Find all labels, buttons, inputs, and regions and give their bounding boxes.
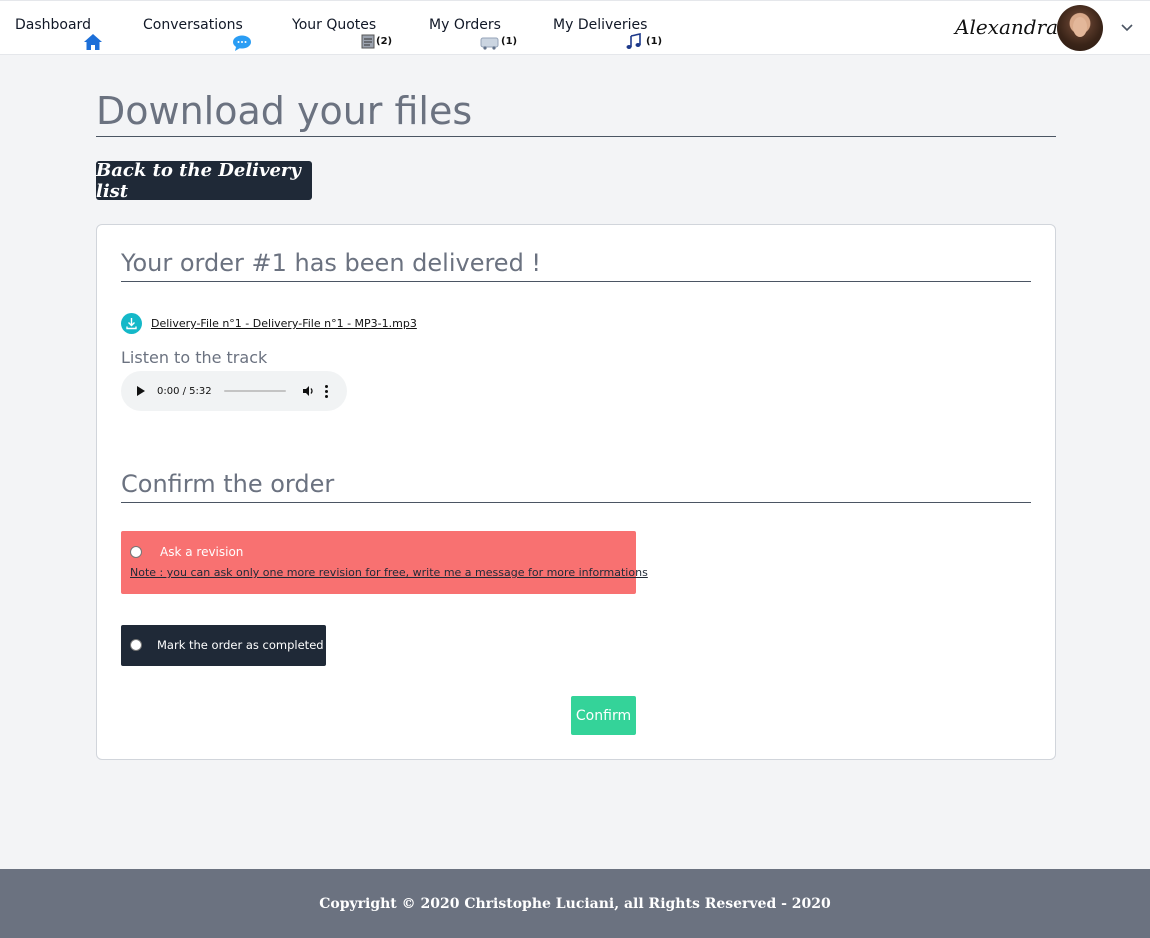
nav-my-orders-label: My Orders xyxy=(429,17,501,33)
ask-revision-radio[interactable] xyxy=(130,546,142,558)
download-file-row: Delivery-File n°1 - Delivery-File n°1 - … xyxy=(121,313,417,334)
orders-count-badge: (1) xyxy=(501,36,518,47)
mark-completed-radio[interactable] xyxy=(130,639,142,651)
nav-underline xyxy=(538,54,660,55)
order-delivered-heading: Your order #1 has been delivered ! xyxy=(121,247,1031,282)
mark-completed-label: Mark the order as completed ! xyxy=(157,638,332,652)
nav-my-deliveries[interactable]: My Deliveries (1) xyxy=(538,1,663,55)
nav-your-quotes-label: Your Quotes xyxy=(292,17,377,33)
quotes-count-badge: (2) xyxy=(376,36,393,47)
nav-underline xyxy=(128,54,250,55)
top-navbar: Dashboard Conversations Your Quotes (2) … xyxy=(0,0,1150,55)
avatar[interactable] xyxy=(1057,5,1103,51)
play-icon[interactable] xyxy=(137,386,145,396)
audio-time: 0:00 / 5:32 xyxy=(157,385,212,397)
nav-conversations-label: Conversations xyxy=(143,17,243,33)
more-options-icon[interactable] xyxy=(324,384,328,398)
delivery-card: Your order #1 has been delivered ! Deliv… xyxy=(96,224,1056,760)
home-icon xyxy=(84,34,102,50)
download-file-link[interactable]: Delivery-File n°1 - Delivery-File n°1 - … xyxy=(151,317,417,330)
nav-dashboard-label: Dashboard xyxy=(15,17,91,33)
nav-your-quotes[interactable]: Your Quotes (2) xyxy=(277,1,399,55)
chevron-down-icon[interactable] xyxy=(1120,20,1134,34)
ask-revision-label: Ask a revision xyxy=(160,545,244,559)
nav-underline xyxy=(414,54,536,55)
audio-player: 0:00 / 5:32 xyxy=(121,371,347,411)
ask-revision-option[interactable]: Ask a revision Note : you can ask only o… xyxy=(121,531,648,594)
footer: Copyright © 2020 Christophe Luciani, all… xyxy=(0,869,1150,938)
mark-completed-option[interactable]: Mark the order as completed ! xyxy=(121,625,332,666)
chat-bubble-icon xyxy=(233,35,251,51)
quote-document-icon xyxy=(361,34,375,49)
deliveries-count-badge: (1) xyxy=(646,36,663,47)
audio-progress-track[interactable] xyxy=(223,390,286,392)
cart-icon xyxy=(480,37,499,50)
volume-icon[interactable] xyxy=(302,385,315,397)
music-note-icon xyxy=(626,33,641,49)
nav-underline xyxy=(277,54,399,55)
revision-note-link[interactable]: Note : you can ask only one more revisio… xyxy=(130,566,648,579)
footer-copyright: Copyright © 2020 Christophe Luciani, all… xyxy=(319,895,831,912)
user-name[interactable]: Alexandra xyxy=(955,15,1058,39)
nav-my-orders[interactable]: My Orders (1) xyxy=(414,1,536,55)
download-icon[interactable] xyxy=(121,313,142,334)
page-title: Download your files xyxy=(96,88,1056,137)
nav-dashboard[interactable]: Dashboard xyxy=(0,1,113,55)
nav-conversations[interactable]: Conversations xyxy=(128,1,251,55)
back-to-delivery-list-button[interactable]: Back to the Delivery list xyxy=(96,160,312,202)
nav-my-deliveries-label: My Deliveries xyxy=(553,17,648,33)
nav-underline xyxy=(0,54,113,55)
confirm-button[interactable]: Confirm xyxy=(571,696,636,735)
listen-label: Listen to the track xyxy=(121,348,268,367)
confirm-order-heading: Confirm the order xyxy=(121,468,1031,503)
